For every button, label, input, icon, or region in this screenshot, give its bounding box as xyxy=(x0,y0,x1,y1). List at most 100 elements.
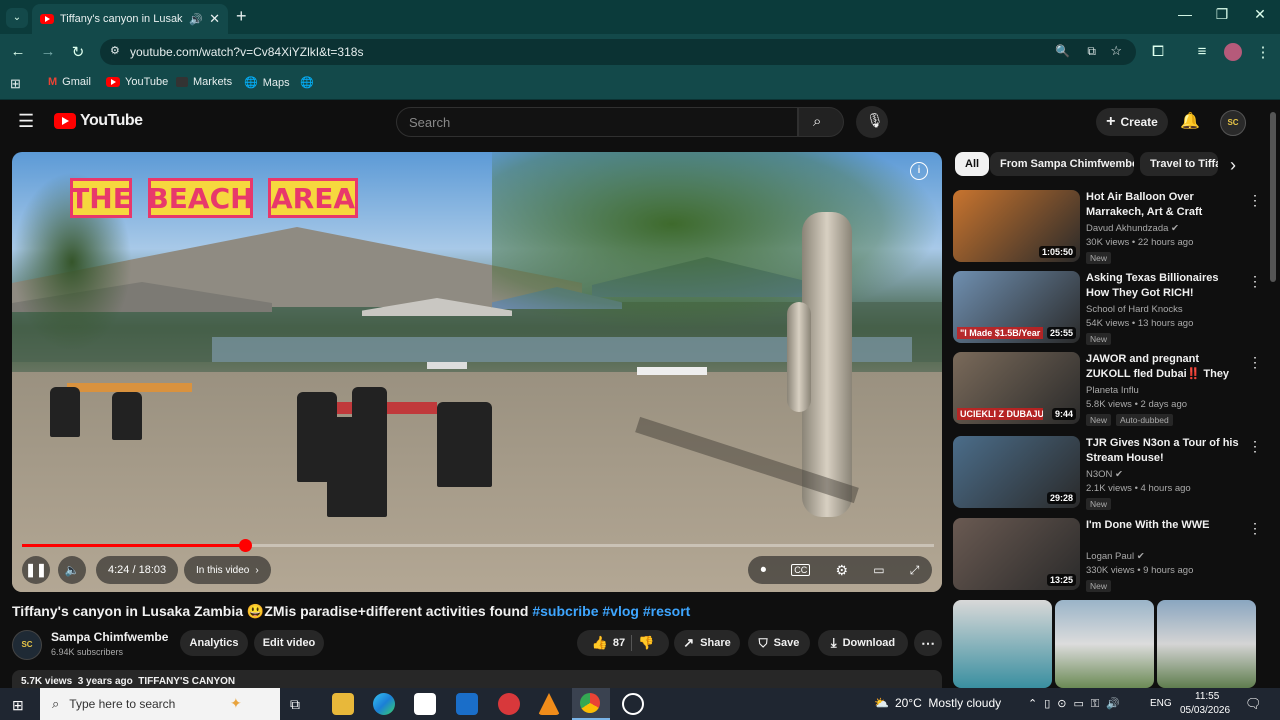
chips-next-chevron-icon[interactable]: › xyxy=(1230,155,1236,176)
fullscreen-icon[interactable]: ⤢ xyxy=(910,563,920,578)
extensions-icon[interactable]: ⧠ xyxy=(1148,43,1168,60)
autoplay-toggle-icon[interactable]: ⏺ xyxy=(761,564,767,577)
clock-app-icon[interactable] xyxy=(622,693,644,715)
bookmark-youtube[interactable]: YouTube xyxy=(106,76,168,88)
recommended-video[interactable]: 1:05:50 Hot Air Balloon Over Marrakech, A… xyxy=(953,190,1263,266)
globe-bookmark-icon[interactable]: 🌐 xyxy=(300,76,314,89)
shorts-thumb[interactable] xyxy=(1157,600,1256,688)
in-this-video-button[interactable]: In this video › xyxy=(184,556,271,584)
video-player[interactable]: THE BEACH AREA i ❚❚ 🔈 4:24 / 18:03 In th… xyxy=(12,152,942,592)
recommended-title[interactable]: TJR Gives N3on a Tour of his Stream Hous… xyxy=(1086,436,1242,466)
notifications-bell-icon[interactable]: 🔔 xyxy=(1180,111,1200,131)
media-controls-icon[interactable]: ≡ xyxy=(1192,43,1212,60)
chip-all[interactable]: All xyxy=(955,152,990,176)
site-info-icon[interactable]: ⚙ xyxy=(110,44,120,57)
edge-icon[interactable] xyxy=(373,693,395,715)
more-vertical-icon[interactable]: ⋮ xyxy=(1248,354,1262,371)
video-thumbnail[interactable]: 13:25 xyxy=(953,518,1080,590)
youtube-logo[interactable]: YouTube xyxy=(54,112,143,130)
dislike-thumbs-down-icon[interactable]: 👎 xyxy=(638,635,654,651)
recommended-channel[interactable]: Planeta Influ xyxy=(1086,385,1139,396)
voice-search-button[interactable]: 🎙 xyxy=(856,106,888,138)
captions-icon[interactable]: CC xyxy=(791,564,811,576)
back-arrow-icon[interactable]: ← xyxy=(8,43,28,60)
recommended-title[interactable]: JAWOR and pregnant ZUKOLL fled Dubai‼️ T… xyxy=(1086,352,1242,382)
browser-menu-icon[interactable]: ⋮ xyxy=(1253,43,1273,61)
clock-date[interactable]: 05/03/2026 xyxy=(1180,705,1230,716)
recommended-title[interactable]: Hot Air Balloon Over Marrakech, Art & Cr… xyxy=(1086,190,1242,220)
account-avatar[interactable]: SC xyxy=(1220,110,1246,136)
file-explorer-icon[interactable] xyxy=(332,693,354,715)
create-button[interactable]: + Create xyxy=(1096,108,1168,136)
more-vertical-icon[interactable]: ⋮ xyxy=(1248,520,1262,537)
recommended-channel[interactable]: Davud Akhundzada ✔ xyxy=(1086,223,1179,234)
bookmark-markets[interactable]: Markets xyxy=(176,76,232,88)
play-pause-button[interactable]: ❚❚ xyxy=(22,556,50,584)
wps-office-icon[interactable] xyxy=(498,693,520,715)
channel-avatar[interactable]: SC xyxy=(12,630,42,660)
apps-grid-icon[interactable]: ⊞ xyxy=(10,76,21,92)
hamburger-menu-icon[interactable]: ☰ xyxy=(18,111,34,132)
shorts-thumb[interactable] xyxy=(1055,600,1154,688)
install-icon[interactable]: ⧉ xyxy=(1087,44,1096,59)
more-vertical-icon[interactable]: ⋮ xyxy=(1248,192,1262,209)
share-button[interactable]: ↗ Share xyxy=(674,630,740,656)
recommended-channel[interactable]: N3ON ✔ xyxy=(1086,469,1123,480)
minimize-button[interactable]: — xyxy=(1170,6,1200,22)
search-button[interactable]: ⌕ xyxy=(798,107,844,137)
edit-video-button[interactable]: Edit video xyxy=(254,630,324,656)
language-indicator[interactable]: ENG xyxy=(1150,698,1172,709)
recommended-video[interactable]: 13:25 I'm Done With the WWE Logan Paul ✔ 33… xyxy=(953,518,1263,594)
maximize-button[interactable]: ❐ xyxy=(1207,6,1237,23)
settings-gear-icon[interactable]: ⚙ xyxy=(835,562,848,579)
vlc-icon[interactable] xyxy=(538,693,560,715)
progress-bar[interactable] xyxy=(22,539,934,552)
bookmark-maps[interactable]: 🌐 Maps xyxy=(244,76,290,90)
save-button[interactable]: ⛉ Save xyxy=(748,630,810,656)
notifications-icon[interactable]: 🗨 xyxy=(1245,696,1262,712)
recommended-video[interactable]: UCIEKLI Z DUBAJU 9:44 JAWOR and pregnant Z… xyxy=(953,352,1263,428)
chip-from-channel[interactable]: From Sampa Chimfwembe xyxy=(990,152,1134,176)
download-button[interactable]: ⤓ Download xyxy=(818,630,908,656)
windows-start-icon[interactable]: ⊞ xyxy=(12,697,24,714)
taskbar-search[interactable]: ⌕ Type here to search ✦ xyxy=(40,688,280,720)
forward-arrow-icon[interactable]: → xyxy=(38,43,58,60)
bookmark-star-icon[interactable]: ☆ xyxy=(1110,43,1122,59)
close-tab-icon[interactable]: ✕ xyxy=(209,11,220,27)
description-box[interactable]: 5.7K views 3 years ago TIFFANY'S CANYON xyxy=(12,670,942,688)
zoom-icon[interactable]: 🔍 xyxy=(1055,44,1070,58)
recommended-title[interactable]: I'm Done With the WWE xyxy=(1086,518,1242,533)
more-vertical-icon[interactable]: ⋮ xyxy=(1248,273,1262,290)
outlook-icon[interactable] xyxy=(456,693,478,715)
video-thumbnail[interactable]: "I Made $1.5B/Year Doing This"25:55 xyxy=(953,271,1080,343)
info-icon[interactable]: i xyxy=(910,162,928,180)
address-bar[interactable]: ⚙ youtube.com/watch?v=Cv84XiYZlkI&t=318s… xyxy=(100,39,1136,65)
tab-youtube-video[interactable]: Tiffany's canyon in Lusaka Z 🔊 ✕ xyxy=(32,4,228,34)
more-vertical-icon[interactable]: ⋮ xyxy=(1248,438,1262,455)
page-scrollbar[interactable] xyxy=(1270,112,1276,282)
more-actions-button[interactable]: ⋯ xyxy=(914,630,942,656)
reload-icon[interactable]: ↻ xyxy=(68,43,88,61)
video-thumbnail[interactable]: 29:28 xyxy=(953,436,1080,508)
recommended-channel[interactable]: Logan Paul ✔ xyxy=(1086,551,1145,562)
bookmark-gmail[interactable]: M Gmail xyxy=(48,76,91,88)
video-thumbnail[interactable]: UCIEKLI Z DUBAJU 9:44 xyxy=(953,352,1080,424)
shorts-thumb[interactable] xyxy=(953,600,1052,688)
task-view-icon[interactable]: ⧉ xyxy=(290,696,300,713)
progress-scrubber[interactable] xyxy=(238,539,252,552)
system-tray-icons[interactable]: ⌃▯⊙▭⚿🔊 xyxy=(1028,697,1127,711)
channel-name[interactable]: Sampa Chimfwembe xyxy=(51,630,168,644)
video-hashtags[interactable]: #subcribe #vlog #resort xyxy=(532,603,690,619)
video-thumbnail[interactable]: 1:05:50 xyxy=(953,190,1080,262)
close-window-button[interactable]: ✕ xyxy=(1245,6,1275,23)
analytics-button[interactable]: Analytics xyxy=(180,630,248,656)
recommended-title[interactable]: Asking Texas Billionaires How They Got R… xyxy=(1086,271,1242,301)
new-tab-button[interactable]: + xyxy=(236,6,247,27)
search-input[interactable]: Search xyxy=(396,107,798,137)
theater-mode-icon[interactable]: ▭ xyxy=(873,563,884,577)
recommended-video[interactable]: 29:28 TJR Gives N3on a Tour of his Stream… xyxy=(953,436,1263,512)
recommended-video[interactable]: "I Made $1.5B/Year Doing This"25:55Askin… xyxy=(953,271,1263,347)
chrome-taskbar-active[interactable] xyxy=(572,688,610,720)
chip-travel[interactable]: Travel to Tiffa xyxy=(1140,152,1218,176)
recommended-channel[interactable]: School of Hard Knocks xyxy=(1086,304,1183,315)
